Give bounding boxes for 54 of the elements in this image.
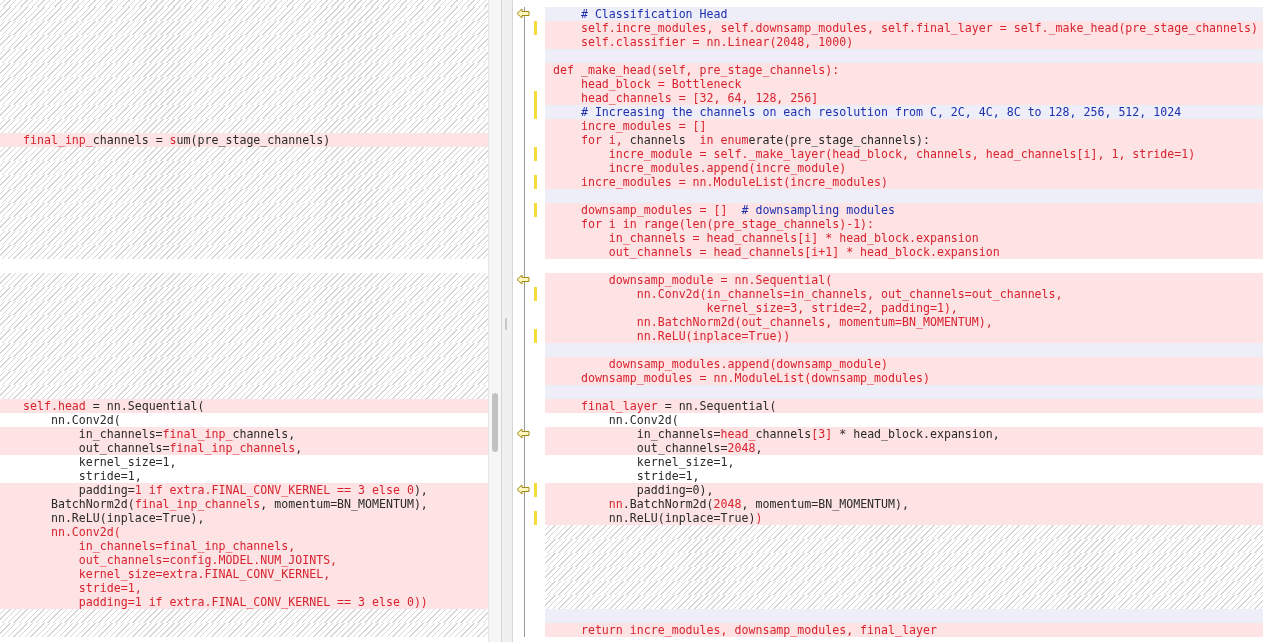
code-text: padding=0), [635, 483, 714, 497]
code-text: downsamp_modules.append(downsamp_module) [607, 357, 889, 371]
code-text: nn.BatchNorm2d(out_channels, momentum=BN_MOMENTUM), [635, 315, 993, 329]
code-text: kernel_size=extra.FINAL_CONV_KERNEL, [77, 567, 331, 581]
code-text: for i, channels in enumerate(pre_stage_channels): [579, 133, 930, 147]
code-text: final_layer = nn.Sequential( [579, 399, 777, 413]
code-text: incre_module = self._make_layer(head_block, channels, head_channels[i], 1, stride=1) [607, 147, 1196, 161]
code-text: for i in range(len(pre_stage_channels)-1): [579, 217, 875, 231]
code-text: head_block = Bottleneck [579, 77, 742, 91]
code-text: in_channels=head_channels[3] * head_block.expansion, [635, 427, 1000, 441]
code-text: return incre_modules, downsamp_modules, final_layer [579, 623, 937, 637]
code-text: self.head = nn.Sequential( [23, 399, 205, 413]
code-text: head_channels = [32, 64, 128, 256] [579, 91, 819, 105]
code-text: stride=1, [77, 581, 142, 595]
code-text: downsamp_modules = nn.ModuleList(downsamp_modules) [579, 371, 930, 385]
code-text: kernel_size=3, stride=2, padding=1), [705, 301, 958, 315]
code-text: incre_modules = nn.ModuleList(incre_modules) [579, 175, 889, 189]
code-text: self.incre_modules, self.downsamp_modules, self.final_layer = self._make_head(pre_stage_channels) [579, 21, 1258, 35]
left-arrow-icon[interactable] [516, 8, 530, 19]
code-text: kernel_size=1, [77, 455, 177, 469]
code-text: nn.Conv2d( [49, 413, 121, 427]
code-text: out_channels=2048, [635, 441, 763, 455]
left-arrow-icon[interactable] [516, 274, 530, 285]
code-text: out_channels=final_inp_channels, [77, 441, 303, 455]
code-text: nn.Conv2d(in_channels=in_channels, out_channels=out_channels, [635, 287, 1063, 301]
code-text: nn.ReLU(inplace=True)) [607, 511, 763, 525]
code-text: in_channels=final_inp_channels, [77, 427, 296, 441]
code-text: in_channels = head_channels[i] * head_block.expansion [607, 231, 979, 245]
code-text: incre_modules = [] [579, 119, 707, 133]
left-arrow-icon[interactable] [516, 484, 530, 495]
code-text: nn.ReLU(inplace=True)) [635, 329, 791, 343]
scrollbar-thumb[interactable] [492, 393, 498, 452]
code-text: stride=1, [77, 469, 142, 483]
code-text: nn.ReLU(inplace=True), [49, 511, 205, 525]
code-text: kernel_size=1, [635, 455, 735, 469]
code-text: # Increasing the channels on each resolution from C, 2C, 4C, 8C to 128, 256, 512, 1024 [579, 105, 1182, 119]
code-text: out_channels=config.MODEL.NUM_JOINTS, [77, 553, 338, 567]
left-arrow-icon[interactable] [516, 428, 530, 439]
code-text: nn.Conv2d( [49, 525, 121, 539]
code-text: padding=1 if extra.FINAL_CONV_KERNEL == 3 else 0), [77, 483, 428, 497]
code-text: downsamp_modules = [] # downsampling modules [579, 203, 896, 217]
code-text: final_inp_channels = sum(pre_stage_channels) [23, 133, 331, 147]
code-text: incre_modules.append(incre_module) [607, 161, 847, 175]
code-text: # Classification Head [579, 7, 728, 21]
code-text: nn.BatchNorm2d(2048, momentum=BN_MOMENTUM), [607, 497, 909, 511]
code-text: stride=1, [635, 469, 700, 483]
code-text: out_channels = head_channels[i+1] * head_block.expansion [607, 245, 1000, 259]
code-text: in_channels=final_inp_channels, [77, 539, 296, 553]
code-text: self.classifier = nn.Linear(2048, 1000) [579, 35, 854, 49]
code-text: nn.Conv2d( [607, 413, 679, 427]
code-text: downsamp_module = nn.Sequential( [607, 273, 833, 287]
code-text: def _make_head(self, pre_stage_channels): [553, 63, 840, 77]
code-text: padding=1 if extra.FINAL_CONV_KERNEL == 3 else 0)) [77, 595, 428, 609]
code-text: BatchNorm2d(final_inp_channels, momentum=BN_MOMENTUM), [49, 497, 428, 511]
